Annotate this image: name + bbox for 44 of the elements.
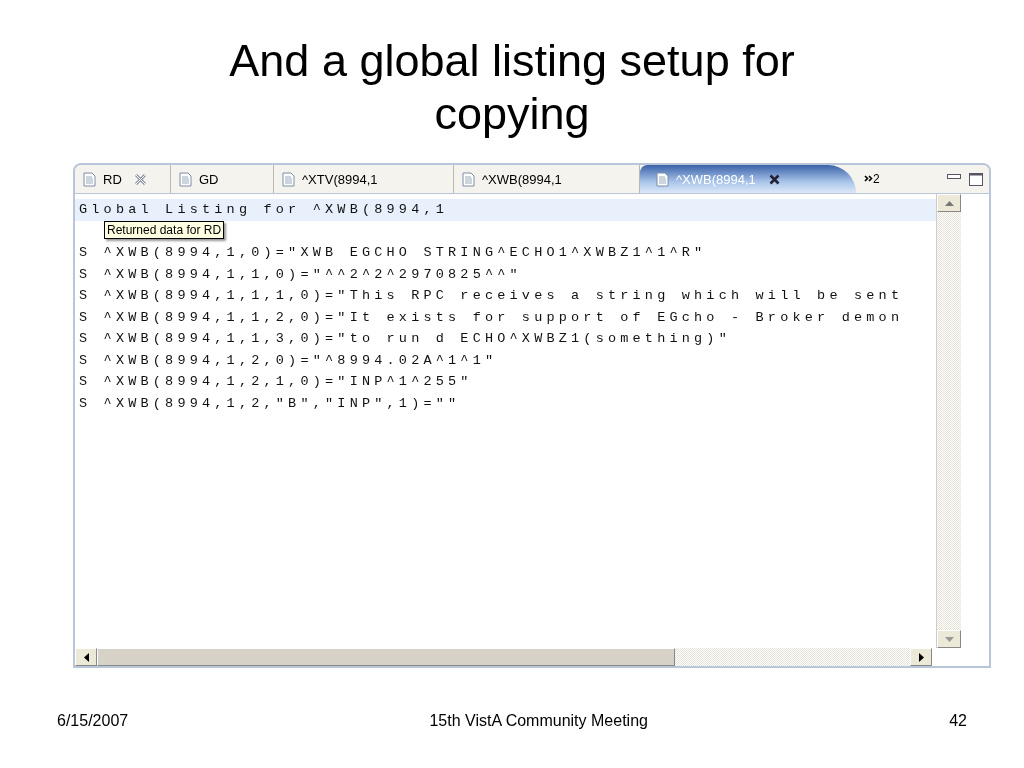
tab-label: ^XTV(8994,1 bbox=[302, 171, 378, 187]
horizontal-scrollbar[interactable] bbox=[75, 648, 932, 666]
code-line: S ^XWB(8994,1,1,0)="^^2^2^2970825^^" bbox=[79, 266, 522, 282]
scroll-left-button[interactable] bbox=[75, 648, 97, 666]
code-line: S ^XWB(8994,1,1,3,0)="to run d ECHO^XWBZ1(something)" bbox=[79, 331, 731, 346]
code-line: S ^XWB(8994,1,1,2,0)="It exists for support of EGcho - Broker demon bbox=[79, 309, 904, 325]
document-icon bbox=[282, 171, 295, 187]
editor-tab[interactable]: RD bbox=[75, 165, 171, 193]
tab-label: ^XWB(8994,1 bbox=[482, 171, 562, 187]
document-icon bbox=[179, 171, 192, 187]
close-icon[interactable] bbox=[768, 173, 780, 185]
code-line: S ^XWB(8994,1,2,"B","INP",1)="" bbox=[79, 395, 461, 411]
up-arrow-icon bbox=[944, 200, 954, 206]
tooltip: Returned data for RD bbox=[104, 221, 225, 239]
scroll-down-button[interactable] bbox=[937, 630, 961, 648]
document-icon bbox=[462, 171, 475, 187]
scroll-right-button[interactable] bbox=[910, 648, 932, 666]
double-chevron-icon bbox=[864, 175, 873, 182]
more-tabs-button[interactable]: 2 bbox=[864, 172, 880, 186]
slide-title: And a global listing setup for copying bbox=[228, 34, 796, 140]
footer-date: 6/15/2007 bbox=[57, 712, 129, 730]
editor-tab[interactable]: GD bbox=[171, 165, 274, 193]
code-line: S ^XWB(8994,1,1,1,0)="This RPC receives a string which will be sent bbox=[79, 288, 904, 303]
tab-label: ^XWB(8994,1 bbox=[676, 171, 756, 187]
vertical-scrollbar[interactable] bbox=[936, 194, 961, 648]
slide-number: 42 bbox=[949, 712, 967, 730]
footer-event: 15th VistA Community Meeting bbox=[429, 712, 648, 730]
code-line: S ^XWB(8994,1,2,1,0)="INP^1^255" bbox=[79, 374, 473, 389]
editor-tab[interactable]: ^XTV(8994,1 bbox=[274, 165, 454, 193]
document-icon bbox=[83, 171, 96, 187]
minimize-icon[interactable] bbox=[947, 174, 961, 180]
tab-label: RD bbox=[103, 171, 122, 187]
right-arrow-icon bbox=[918, 652, 924, 662]
down-arrow-icon bbox=[944, 636, 954, 642]
tab-label: GD bbox=[199, 171, 219, 187]
scroll-up-button[interactable] bbox=[937, 194, 961, 212]
document-icon bbox=[656, 171, 669, 187]
left-arrow-icon bbox=[83, 652, 89, 662]
code-line: S ^XWB(8994,1,0)="XWB EGCHO STRING^ECHO1^XWBZ1^1^R" bbox=[79, 245, 707, 260]
editor-tab[interactable]: ^XWB(8994,1 bbox=[454, 165, 640, 193]
code-line: S ^XWB(8994,1,2,0)="^8994.02A^1^1" bbox=[79, 352, 498, 368]
scroll-thumb[interactable] bbox=[97, 648, 675, 666]
maximize-icon[interactable] bbox=[969, 172, 983, 186]
code-line: Global Listing for ^XWB(8994,1 bbox=[79, 202, 449, 217]
